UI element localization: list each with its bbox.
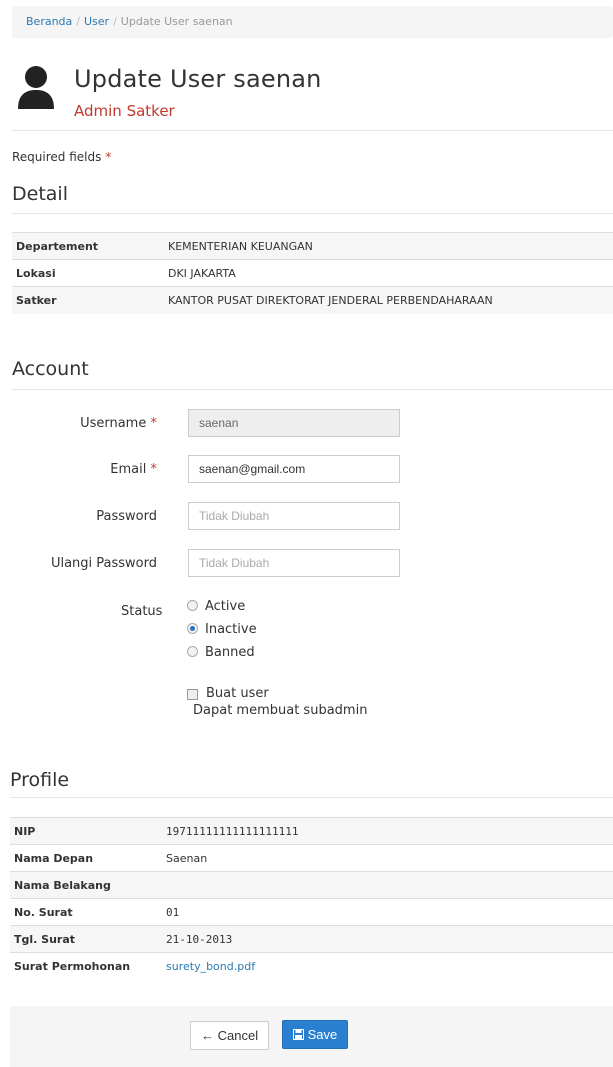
profile-value: Saenan [166, 844, 613, 872]
profile-key: Nama Depan [10, 844, 166, 872]
section-title-detail: Detail [12, 183, 68, 205]
profile-key: NIP [10, 817, 166, 845]
detail-value: KANTOR PUSAT DIREKTORAT JENDERAL PERBEND… [168, 286, 613, 314]
table-row: No. Surat 01 [10, 898, 613, 926]
table-row: Surat Permohonan surety_bond.pdf [10, 952, 613, 980]
table-row: Satker KANTOR PUSAT DIREKTORAT JENDERAL … [12, 286, 613, 314]
radio-button[interactable] [187, 600, 198, 611]
breadcrumb-user-link[interactable]: User [84, 15, 109, 28]
divider [12, 130, 613, 131]
form-actions: ← Cancel Save [10, 1006, 613, 1067]
password-label: Password [96, 509, 157, 524]
table-row: Nama Depan Saenan [10, 844, 613, 872]
username-input[interactable] [188, 409, 400, 437]
profile-key: Tgl. Surat [10, 925, 166, 953]
checkbox-hint: Dapat membuat subadmin [193, 703, 368, 718]
profile-table: NIP 19711111111111111111 Nama Depan Saen… [10, 817, 613, 980]
password-row: Password [12, 502, 602, 532]
breadcrumb-separator: / [76, 15, 80, 28]
save-button[interactable]: Save [282, 1020, 349, 1049]
profile-value: 21-10-2013 [166, 925, 613, 953]
profile-key: Nama Belakang [10, 871, 166, 899]
username-label: Username * [80, 416, 157, 431]
arrow-left-icon: ← [201, 1028, 214, 1043]
required-fields-text: Required fields [12, 150, 102, 164]
detail-table: Departement KEMENTERIAN KEUANGAN Lokasi … [12, 232, 613, 314]
cancel-button[interactable]: ← Cancel [190, 1021, 270, 1050]
status-label: Status [121, 604, 163, 619]
divider [10, 797, 613, 798]
detail-value: DKI JAKARTA [168, 259, 613, 287]
radio-label: Inactive [205, 622, 257, 637]
breadcrumb: Beranda / User / Update User saenan [12, 6, 613, 38]
detail-key: Satker [12, 286, 168, 314]
profile-value: 01 [166, 898, 613, 926]
section-title-profile: Profile [10, 769, 70, 791]
table-row: Tgl. Surat 21-10-2013 [10, 925, 613, 953]
page-subtitle-role: Admin Satker [74, 102, 175, 120]
divider [12, 389, 613, 390]
profile-value: 19711111111111111111 [166, 817, 613, 845]
checkbox-label: Buat user [206, 686, 269, 701]
profile-key: No. Surat [10, 898, 166, 926]
page-title: Update User saenan [74, 65, 322, 93]
breadcrumb-current: Update User saenan [120, 15, 233, 28]
detail-key: Lokasi [12, 259, 168, 287]
status-radio-active[interactable]: Active [187, 598, 245, 616]
table-row: NIP 19711111111111111111 [10, 817, 613, 845]
page-header: Update User saenan Admin Satker [12, 55, 613, 125]
checkbox[interactable] [187, 689, 198, 700]
required-fields-note: Required fields * [12, 150, 111, 164]
username-row: Username * [12, 409, 602, 439]
section-title-account: Account [12, 358, 89, 380]
repeat-password-row: Ulangi Password [12, 549, 602, 579]
save-label: Save [307, 1027, 338, 1042]
user-icon [18, 66, 54, 109]
surat-permohonan-file-link[interactable]: surety_bond.pdf [166, 960, 255, 973]
detail-key: Departement [12, 232, 168, 260]
radio-button-selected[interactable] [187, 623, 198, 634]
repeat-password-label: Ulangi Password [50, 556, 157, 571]
radio-label: Banned [205, 645, 255, 660]
detail-value: KEMENTERIAN KEUANGAN [168, 232, 613, 260]
password-input[interactable] [188, 502, 400, 530]
radio-button[interactable] [187, 646, 198, 657]
profile-value [166, 871, 613, 899]
radio-label: Active [205, 599, 246, 614]
table-row: Nama Belakang [10, 871, 613, 899]
email-label: Email * [110, 462, 157, 477]
status-radio-banned[interactable]: Banned [187, 644, 255, 662]
divider [12, 213, 613, 214]
required-star: * [105, 150, 112, 164]
profile-value: surety_bond.pdf [166, 952, 613, 980]
floppy-disk-icon [293, 1029, 304, 1040]
table-row: Departement KEMENTERIAN KEUANGAN [12, 232, 613, 260]
status-radio-inactive[interactable]: Inactive [187, 621, 257, 639]
breadcrumb-home-link[interactable]: Beranda [26, 15, 72, 28]
profile-key: Surat Permohonan [10, 952, 166, 980]
repeat-password-input[interactable] [188, 549, 400, 577]
email-input[interactable] [188, 455, 400, 483]
email-row: Email * [12, 455, 602, 485]
breadcrumb-separator: / [113, 15, 117, 28]
table-row: Lokasi DKI JAKARTA [12, 259, 613, 287]
cancel-label: Cancel [217, 1028, 259, 1043]
